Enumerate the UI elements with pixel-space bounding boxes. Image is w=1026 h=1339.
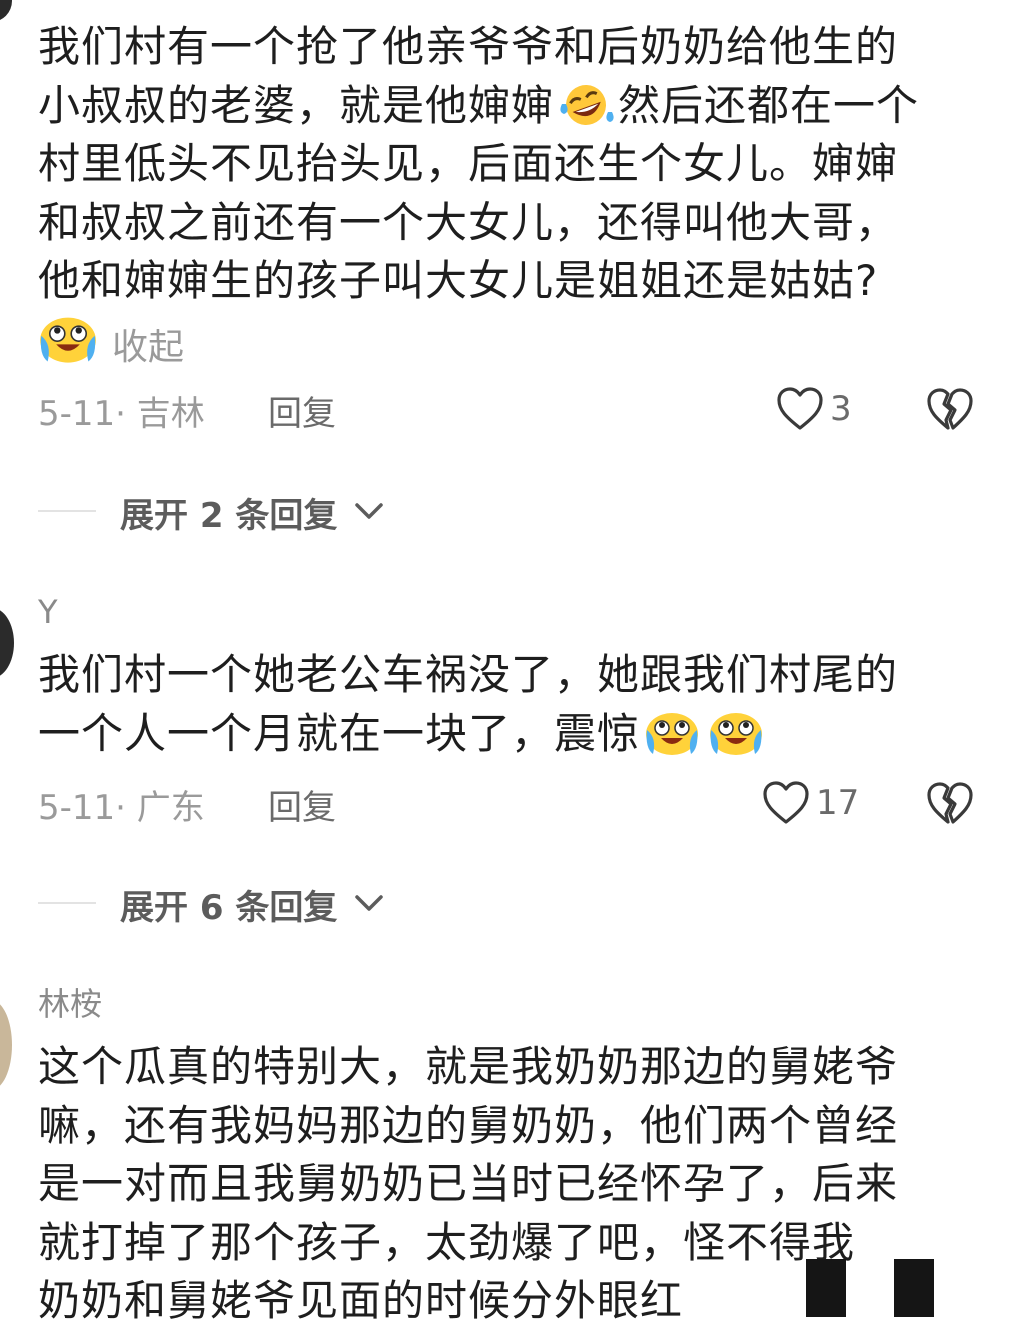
comment-location: 吉林 — [136, 394, 205, 434]
comment-meta: 5-11· 广东 — [38, 780, 205, 829]
comment-text: 我们村一个她老公车祸没了，她跟我们村尾的 一个人一个月就在一块了，震惊 — [38, 646, 978, 763]
comment-line: 和叔叔之前还有一个大女儿，还得叫他大哥， — [38, 197, 899, 247]
comment-meta: 5-11· 吉林 — [38, 386, 205, 435]
collapse-row[interactable]: 收起 — [38, 314, 184, 370]
divider — [38, 510, 96, 512]
comment-date: 5-11 — [38, 394, 116, 434]
heart-icon — [777, 387, 823, 430]
comment-date: 5-11 — [38, 788, 116, 828]
expand-replies-button[interactable]: 展开 2 条回复 — [38, 486, 438, 536]
heart-icon — [763, 781, 809, 824]
watermark-logo — [806, 1247, 966, 1319]
crying-laughing-emoji-icon — [40, 317, 96, 363]
like-button[interactable]: 3 — [776, 384, 852, 434]
comment-text: 我们村有一个抢了他亲爷爷和后奶奶给他生的 小叔叔的老婆，就是他婶婶 然后还都在一个… — [38, 18, 978, 311]
meta-separator: · — [115, 788, 137, 828]
expand-replies-button[interactable]: 展开 6 条回复 — [38, 878, 438, 928]
like-count: 17 — [816, 783, 860, 823]
comment-line: 是一对而且我舅奶奶已当时已经怀孕了，后来 — [38, 1159, 899, 1208]
comment-line: 他和婶婶生的孩子叫大女儿是姐姐还是姑姑? — [38, 256, 879, 305]
reply-button[interactable]: 回复 — [268, 386, 336, 435]
comment-line: 村里低头不见抬头见，后面还生个女儿。婶婶 — [38, 139, 899, 188]
expand-replies-label: 展开 6 条回复 — [120, 888, 338, 928]
chevron-down-icon — [355, 503, 383, 519]
comment-text-segment: 小叔叔的老婆，就是他婶婶 — [38, 80, 555, 130]
comment-line: 我们村一个她老公车祸没了，她跟我们村尾的 — [38, 650, 899, 699]
reply-button[interactable]: 回复 — [268, 780, 336, 829]
expand-replies-label: 展开 2 条回复 — [120, 496, 338, 536]
broken-heart-icon[interactable] — [926, 780, 974, 826]
like-button[interactable]: 17 — [762, 778, 859, 828]
comment-text-segment: 然后还都在一个 — [618, 80, 920, 130]
avatar[interactable] — [0, 0, 12, 22]
like-count: 3 — [830, 389, 852, 429]
crying-laughing-emoji-icon — [646, 712, 699, 755]
comment-username[interactable]: 林桉 — [38, 984, 102, 1024]
comment-text-segment: 一个人一个月就在一块了，震惊 — [38, 708, 641, 758]
chevron-down-icon — [355, 895, 383, 911]
rofl-emoji-icon — [560, 84, 614, 125]
comment-line: 一个人一个月就在一块了，震惊 — [38, 705, 978, 764]
comment-location: 广东 — [136, 788, 205, 828]
comment-line: 这个瓜真的特别大，就是我奶奶那边的舅姥爷 — [38, 1042, 899, 1091]
meta-separator: · — [115, 394, 137, 434]
comment-username[interactable]: Y — [38, 592, 58, 632]
divider — [38, 902, 96, 904]
broken-heart-icon[interactable] — [926, 386, 974, 432]
crying-laughing-emoji-icon — [710, 712, 763, 755]
comment-line: 嘛，还有我妈妈那边的舅奶奶，他们两个曾经 — [38, 1100, 899, 1150]
collapse-button[interactable]: 收起 — [112, 318, 184, 370]
comment-line: 小叔叔的老婆，就是他婶婶 然后还都在一个 — [38, 77, 978, 136]
avatar[interactable] — [0, 608, 14, 678]
avatar[interactable] — [0, 1000, 12, 1090]
comment-line: 我们村有一个抢了他亲爷爷和后奶奶给他生的 — [38, 22, 899, 71]
